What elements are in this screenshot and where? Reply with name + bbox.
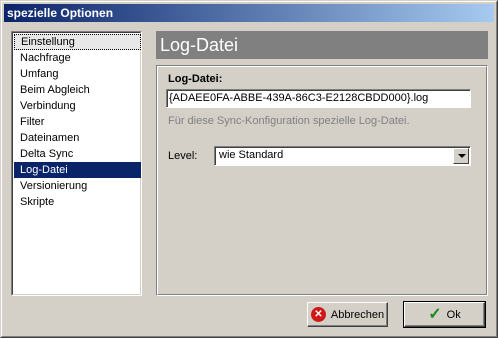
nav-item-einstellung[interactable]: Einstellung bbox=[14, 34, 141, 50]
nav-item-log-datei[interactable]: Log-Datei bbox=[14, 162, 141, 178]
ok-button[interactable]: ✓ Ok bbox=[403, 301, 486, 328]
settings-group: Log-Datei: {ADAEE0FA-ABBE-439A-86C3-E212… bbox=[156, 65, 488, 296]
window-title: spezielle Optionen bbox=[7, 6, 114, 20]
nav-item-versionierung[interactable]: Versionierung bbox=[14, 178, 141, 194]
nav-item-filter[interactable]: Filter bbox=[14, 114, 141, 130]
options-nav-list[interactable]: Einstellung Nachfrage Umfang Beim Abglei… bbox=[11, 31, 142, 296]
nav-item-beim-abgleich[interactable]: Beim Abgleich bbox=[14, 82, 141, 98]
level-select-value: wie Standard bbox=[219, 149, 284, 161]
nav-item-verbindung[interactable]: Verbindung bbox=[14, 98, 141, 114]
logfile-hint: Für diese Sync-Konfiguration spezielle L… bbox=[168, 115, 410, 127]
nav-item-dateinamen[interactable]: Dateinamen bbox=[14, 130, 141, 146]
nav-item-umfang[interactable]: Umfang bbox=[14, 66, 141, 82]
logfile-input[interactable]: {ADAEE0FA-ABBE-439A-86C3-E2128CBDD000}.l… bbox=[166, 89, 471, 108]
level-dropdown-button[interactable] bbox=[453, 148, 469, 164]
nav-item-nachfrage[interactable]: Nachfrage bbox=[14, 50, 141, 66]
cancel-button-label: Abbrechen bbox=[330, 308, 385, 321]
close-icon: ✕ bbox=[310, 307, 326, 322]
dialog-window: spezielle Optionen Einstellung Nachfrage… bbox=[0, 0, 498, 338]
logfile-label: Log-Datei: bbox=[168, 73, 223, 85]
nav-item-delta-sync[interactable]: Delta Sync bbox=[14, 146, 141, 162]
level-select[interactable]: wie Standard bbox=[214, 146, 471, 166]
title-bar[interactable]: spezielle Optionen bbox=[4, 4, 494, 22]
level-label: Level: bbox=[168, 150, 198, 162]
options-nav-list-inner: Einstellung Nachfrage Umfang Beim Abglei… bbox=[12, 32, 141, 295]
ok-button-label: Ok bbox=[446, 308, 461, 321]
cancel-button[interactable]: ✕ Abbrechen bbox=[307, 302, 388, 327]
panel-title: Log-Datei bbox=[156, 31, 488, 59]
nav-item-skripte[interactable]: Skripte bbox=[14, 194, 141, 210]
checkmark-icon: ✓ bbox=[428, 305, 442, 323]
chevron-down-icon bbox=[458, 154, 466, 158]
